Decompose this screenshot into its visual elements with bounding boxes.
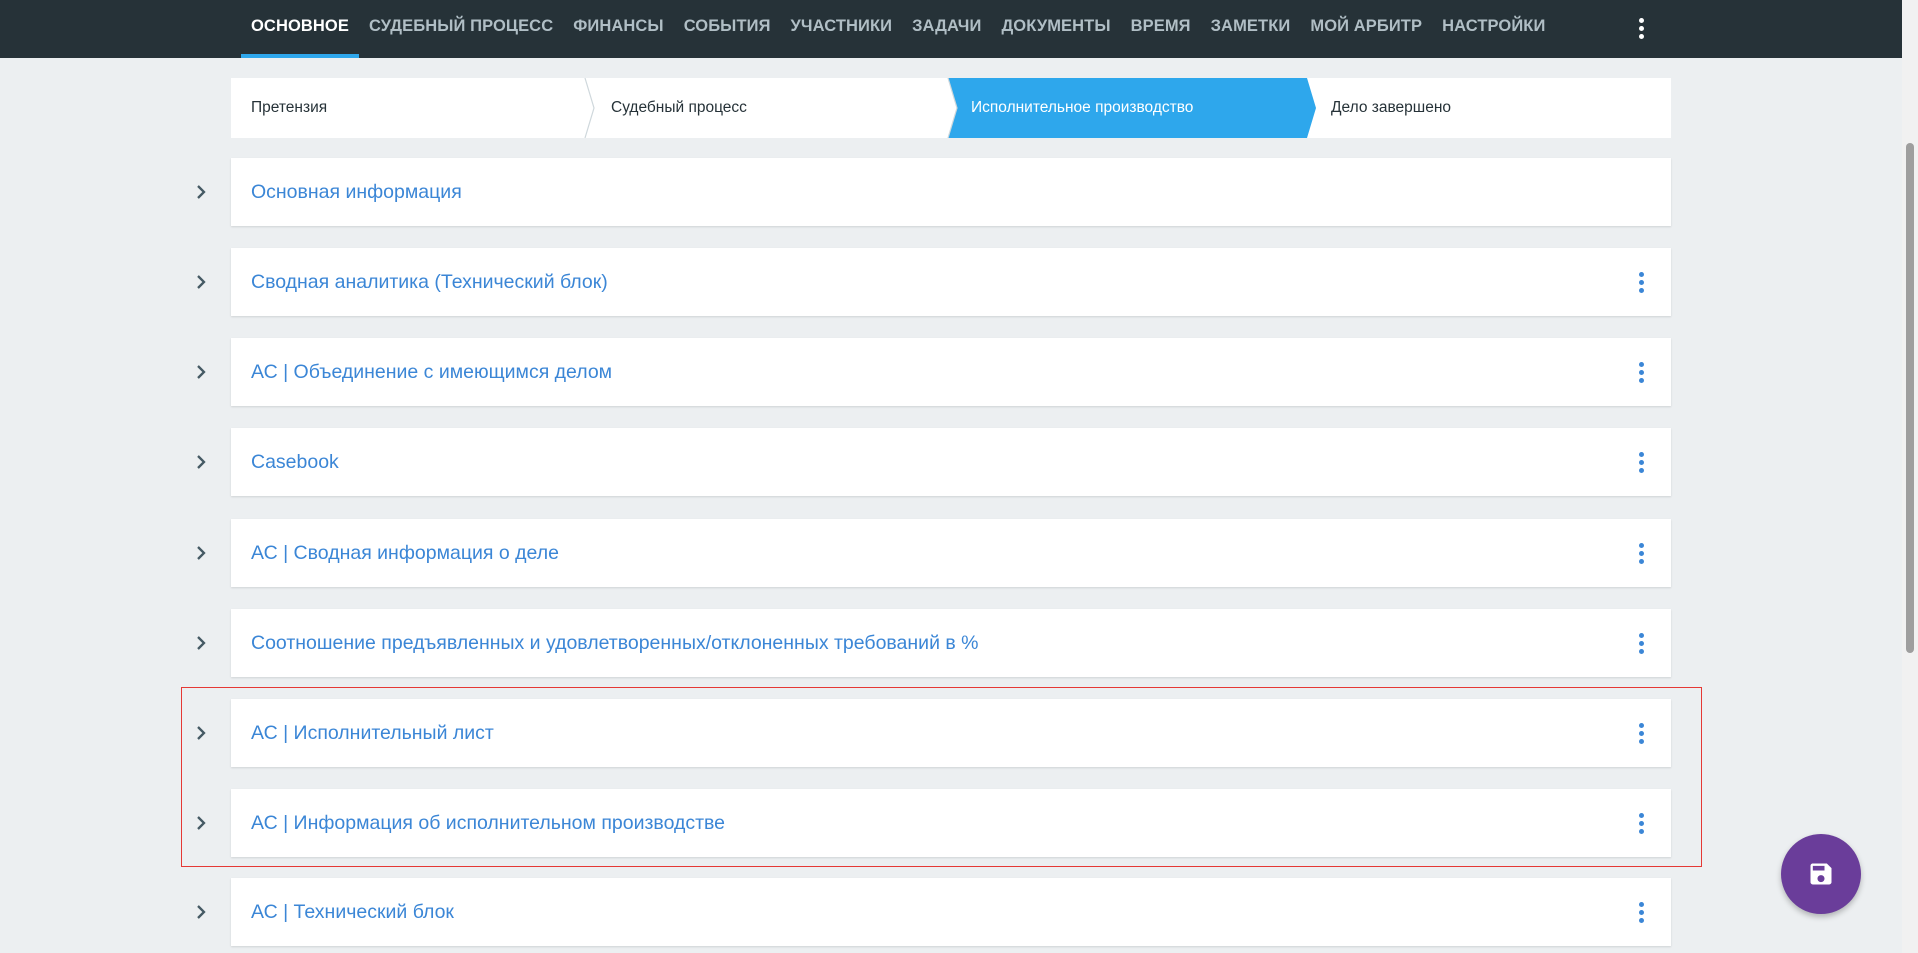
tab-zadachi[interactable]: ЗАДАЧИ (902, 0, 991, 58)
tab-finansy[interactable]: ФИНАНСЫ (563, 0, 673, 58)
panel-title[interactable]: Сводная аналитика (Технический блок) (251, 248, 608, 316)
step-pretenziya[interactable]: Претензия (251, 78, 327, 138)
step-sudebnyi-process[interactable]: Судебный процесс (611, 78, 747, 138)
panel-sootnoshenie-trebovanii[interactable]: Соотношение предъявленных и удовлетворен… (231, 609, 1671, 677)
panel-title[interactable]: АС | Информация об исполнительном произв… (251, 789, 725, 857)
more-vert-icon[interactable] (1630, 540, 1652, 566)
tab-vremya[interactable]: ВРЕМЯ (1121, 0, 1201, 58)
tab-zametki[interactable]: ЗАМЕТКИ (1201, 0, 1301, 58)
chevron-right-icon[interactable] (188, 899, 214, 925)
tab-moi-arbitr[interactable]: МОЙ АРБИТР (1300, 0, 1432, 58)
panel-title[interactable]: Casebook (251, 428, 339, 496)
chevron-right-icon[interactable] (188, 630, 214, 656)
chevron-right-icon[interactable] (188, 449, 214, 475)
panel-tehnicheskii-blok[interactable]: АС | Технический блок (231, 878, 1671, 946)
chevron-right-icon[interactable] (188, 359, 214, 385)
panel-obedinenie-s-delom[interactable]: АС | Объединение с имеющимся делом (231, 338, 1671, 406)
stepper-shapes (584, 78, 1316, 138)
more-vert-icon[interactable] (1630, 630, 1652, 656)
chevron-right-icon[interactable] (188, 540, 214, 566)
stage-stepper: Претензия Судебный процесс Исполнительно… (231, 78, 1671, 138)
panel-title[interactable]: АС | Сводная информация о деле (251, 519, 559, 587)
step-separator (584, 78, 595, 138)
panel-ispolnitelnoe-proizvodstvo[interactable]: АС | Информация об исполнительном произв… (231, 789, 1671, 857)
chevron-right-icon[interactable] (188, 720, 214, 746)
tab-sudebnyi-process[interactable]: СУДЕБНЫЙ ПРОЦЕСС (359, 0, 563, 58)
tab-sobytiya[interactable]: СОБЫТИЯ (674, 0, 781, 58)
more-vert-icon[interactable] (1630, 720, 1652, 746)
tab-uchastniki[interactable]: УЧАСТНИКИ (781, 0, 903, 58)
panel-title[interactable]: Основная информация (251, 158, 462, 226)
chevron-right-icon[interactable] (188, 179, 214, 205)
panel-osnovnaya-informaciya[interactable]: Основная информация (231, 158, 1671, 226)
tab-osnovnoe[interactable]: ОСНОВНОЕ (241, 0, 359, 58)
tab-nastroiki[interactable]: НАСТРОЙКИ (1432, 0, 1555, 58)
chevron-right-icon[interactable] (188, 810, 214, 836)
panel-svodnaya-informaciya[interactable]: АС | Сводная информация о деле (231, 519, 1671, 587)
step-delo-zaversheno[interactable]: Дело завершено (1331, 78, 1451, 138)
more-vert-icon[interactable] (1631, 15, 1651, 41)
step-ispolnitelnoe-proizvodstvo[interactable]: Исполнительное производство (971, 78, 1193, 138)
top-nav-bar: ОСНОВНОЕ СУДЕБНЫЙ ПРОЦЕСС ФИНАНСЫ СОБЫТИ… (0, 0, 1902, 58)
panel-svodnaya-analitika[interactable]: Сводная аналитика (Технический блок) (231, 248, 1671, 316)
scrollbar-thumb[interactable] (1906, 143, 1914, 653)
more-vert-icon[interactable] (1630, 899, 1652, 925)
more-vert-icon[interactable] (1630, 810, 1652, 836)
save-icon (1810, 863, 1832, 885)
panel-title[interactable]: АС | Технический блок (251, 878, 454, 946)
panel-casebook[interactable]: Casebook (231, 428, 1671, 496)
panel-ispolnitelnyi-list[interactable]: АС | Исполнительный лист (231, 699, 1671, 767)
more-vert-icon[interactable] (1630, 359, 1652, 385)
more-vert-icon[interactable] (1630, 269, 1652, 295)
panel-title[interactable]: Соотношение предъявленных и удовлетворен… (251, 609, 979, 677)
panel-title[interactable]: АС | Объединение с имеющимся делом (251, 338, 612, 406)
chevron-right-icon[interactable] (188, 269, 214, 295)
page-scrollbar[interactable] (1902, 0, 1918, 953)
panel-title[interactable]: АС | Исполнительный лист (251, 699, 494, 767)
nav-tabs: ОСНОВНОЕ СУДЕБНЫЙ ПРОЦЕСС ФИНАНСЫ СОБЫТИ… (241, 0, 1555, 58)
save-button[interactable] (1781, 834, 1861, 914)
more-vert-icon[interactable] (1630, 449, 1652, 475)
tab-dokumenty[interactable]: ДОКУМЕНТЫ (991, 0, 1120, 58)
